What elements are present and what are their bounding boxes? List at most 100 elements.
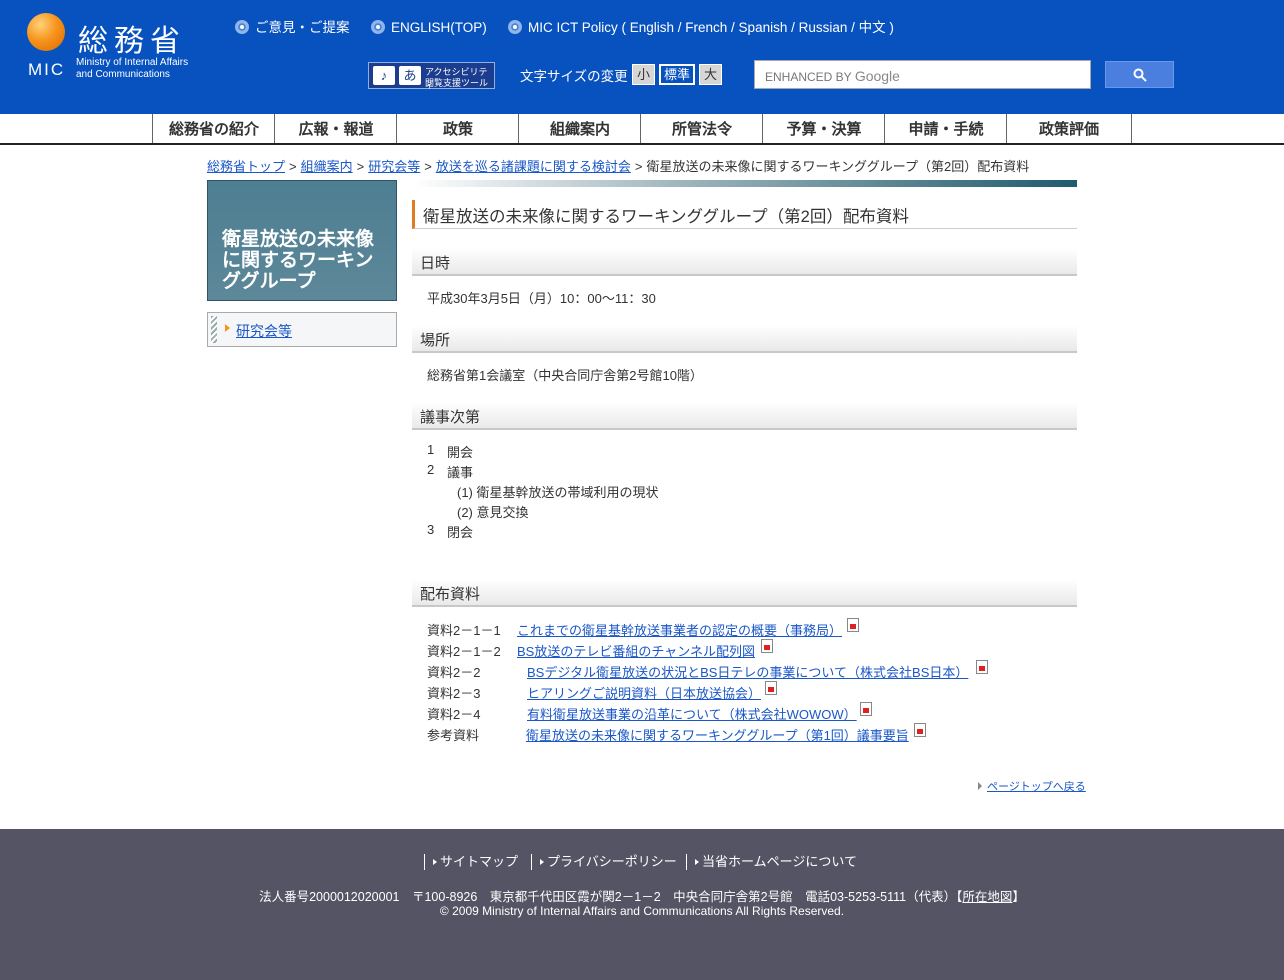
logo-kanji: 総務省: [78, 24, 186, 59]
breadcrumb: 総務省トップ > 組織案内 > 研究会等 > 放送を巡る諸課題に関する検討会 > 衛星放送の未来…: [207, 156, 1029, 175]
agenda-item: 議事: [447, 465, 474, 480]
pdf-icon: [914, 723, 926, 737]
document-link[interactable]: 有料衛星放送事業の沿革について（株式会社WOWOW）: [527, 704, 857, 723]
arrow-right-icon: [225, 324, 230, 332]
page-top-link-text[interactable]: ページトップへ戻る: [987, 781, 1086, 793]
font-size-small-button[interactable]: 小: [632, 64, 655, 85]
toplink-opinion[interactable]: ご意見・ご提案: [235, 18, 350, 38]
accessibility-tool-button[interactable]: ♪ あ アクセシビリティ 閲覧支援ツール: [368, 62, 495, 90]
document-label: 資料2－1－1: [427, 623, 501, 638]
copyright: © 2009 Ministry of Internal Affairs and …: [439, 904, 845, 918]
document-label: 資料2－2: [427, 665, 481, 680]
logo-english-line1: Ministry of Internal Affairs: [76, 57, 189, 68]
document-link-text: ヒアリングご説明資料（日本放送協会）: [527, 686, 762, 701]
footer-link-about-site[interactable]: 当省ホームページについて: [686, 854, 857, 870]
breadcrumb-link-top[interactable]: 総務省トップ: [207, 159, 285, 174]
arrow-right-icon: [695, 859, 699, 865]
document-link-text: 衛星放送の未来像に関するワーキンググループ（第1回）議事要旨: [526, 728, 909, 743]
heading-text: 日時: [420, 255, 451, 272]
font-size-large-button[interactable]: 大: [699, 64, 722, 85]
font-size-label: 文字サイズの変更: [520, 69, 628, 84]
radio-bullet-icon: [508, 20, 522, 34]
pdf-icon: [860, 702, 872, 716]
footer-link-text: 当省ホームページについて: [702, 854, 857, 869]
section-heading-documents: 配布資料: [412, 579, 1077, 607]
document-link-text: BS放送のテレビ番組のチャンネル配列図: [517, 644, 755, 659]
gnav-item-laws[interactable]: 所管法令: [640, 114, 763, 143]
mic-logo[interactable]: 総務省 MIC Ministry of Internal Affairs and…: [26, 12, 216, 82]
datetime-text: 平成30年3月5日（月）10：00～11：30: [427, 291, 656, 306]
gnav-item-about[interactable]: 総務省の紹介: [152, 114, 275, 143]
breadcrumb-current: 衛星放送の未来像に関するワーキンググループ（第2回）配布資料: [646, 159, 1030, 174]
toplink-ict-policy[interactable]: MIC ICT Policy ( English / French / Span…: [508, 18, 894, 38]
pdf-icon: [847, 618, 859, 632]
speaker-icon: ♪: [373, 66, 395, 85]
document-link[interactable]: ヒアリングご説明資料（日本放送協会）: [527, 683, 761, 702]
sidebar-title: 衛星放送の未来像に関するワーキンググループ: [222, 229, 375, 292]
footer-link-privacy[interactable]: プライバシーポリシー: [531, 854, 677, 870]
search-icon: [1133, 68, 1147, 82]
bracket: 】: [1012, 890, 1025, 904]
agenda-num: 1: [427, 442, 435, 457]
search-input[interactable]: ENHANCED BY Google: [754, 60, 1091, 89]
gnav-item-budget[interactable]: 予算・決算: [762, 114, 885, 143]
site-footer: サイトマップ プライバシーポリシー 当省ホームページについて 法人番号20000…: [0, 829, 1284, 980]
arrow-right-icon: [433, 859, 437, 865]
search-placeholder: ENHANCED BY Google: [765, 68, 900, 84]
page-top-link[interactable]: ページトップへ戻る: [978, 778, 1086, 794]
footer-link-sitemap[interactable]: サイトマップ: [424, 854, 518, 870]
breadcrumb-separator: >: [356, 159, 365, 174]
radio-bullet-icon: [235, 20, 249, 34]
document-label: 資料2－3: [427, 686, 481, 701]
sidebar-title-box: 衛星放送の未来像に関するワーキンググループ: [207, 180, 397, 301]
gnav-item-applications[interactable]: 申請・手続: [884, 114, 1007, 143]
section-heading-datetime: 日時: [412, 248, 1077, 276]
title-gradient-bar: [412, 180, 1077, 187]
document-link[interactable]: BSデジタル衛星放送の状況とBS日テレの事業について（株式会社BS日本）: [527, 662, 968, 681]
gnav-item-organization[interactable]: 組織案内: [518, 114, 641, 143]
gnav-item-policy[interactable]: 政策: [396, 114, 519, 143]
breadcrumb-separator: >: [289, 159, 297, 174]
section-heading-agenda: 議事次第: [412, 402, 1077, 430]
radio-bullet-icon: [371, 20, 385, 34]
document-link-text: 有料衛星放送事業の沿革について（株式会社WOWOW）: [527, 707, 857, 722]
footer-link-text: サイトマップ: [440, 854, 519, 869]
map-link[interactable]: 所在地図: [962, 890, 1012, 904]
agenda-num: 2: [427, 462, 435, 477]
arrow-right-icon: [978, 782, 982, 790]
breadcrumb-separator: >: [634, 159, 643, 174]
gnav-item-press[interactable]: 広報・報道: [274, 114, 397, 143]
page-title: 衛星放送の未来像に関するワーキンググループ（第2回）配布資料: [412, 200, 1077, 229]
logo-english-line2: and Communications: [76, 69, 170, 80]
agenda-item: 開会: [447, 445, 474, 460]
hiragana-a-icon: あ: [399, 66, 421, 85]
place-text: 総務省第1会議室（中央合同庁舎第2号館10階）: [427, 368, 703, 383]
document-label: 参考資料: [427, 728, 480, 743]
sidebar-item-study-groups[interactable]: 研究会等: [207, 312, 397, 347]
document-label: 資料2－1－2: [427, 644, 501, 659]
document-link[interactable]: BS放送のテレビ番組のチャンネル配列図: [517, 641, 755, 660]
pdf-icon: [761, 639, 773, 653]
font-size-standard-button[interactable]: 標準: [659, 64, 695, 85]
toplink-english[interactable]: ENGLISH(TOP): [371, 18, 487, 38]
footer-link-text: プライバシーポリシー: [547, 854, 677, 869]
breadcrumb-link-organization[interactable]: 組織案内: [301, 159, 353, 174]
search-button[interactable]: [1105, 61, 1174, 88]
logo-abbr: MIC: [28, 60, 66, 79]
heading-text: 配布資料: [420, 586, 481, 603]
breadcrumb-link-broadcast-study[interactable]: 放送を巡る諸課題に関する検討会: [436, 159, 631, 174]
section-heading-place: 場所: [412, 325, 1077, 353]
breadcrumb-link-study-groups[interactable]: 研究会等: [368, 159, 420, 174]
document-label: 資料2－4: [427, 707, 481, 722]
breadcrumb-separator: >: [424, 159, 432, 174]
footer-address: 法人番号2000012020001 〒100-8926 東京都千代田区霞が関2－…: [0, 886, 1284, 905]
heading-text: 議事次第: [420, 409, 481, 426]
sidebar-item-label[interactable]: 研究会等: [236, 321, 292, 341]
agenda-item: 閉会: [447, 525, 474, 540]
document-link-text: これまでの衛星基幹放送事業者の認定の概要（事務局）: [517, 623, 843, 638]
document-link[interactable]: 衛星放送の未来像に関するワーキンググループ（第1回）議事要旨: [526, 725, 909, 744]
address-text: 法人番号2000012020001 〒100-8926 東京都千代田区霞が関2－…: [259, 890, 957, 904]
document-link[interactable]: これまでの衛星基幹放送事業者の認定の概要（事務局）: [517, 620, 842, 639]
gnav-item-evaluation[interactable]: 政策評価: [1006, 114, 1132, 143]
agenda-num: 3: [427, 522, 435, 537]
